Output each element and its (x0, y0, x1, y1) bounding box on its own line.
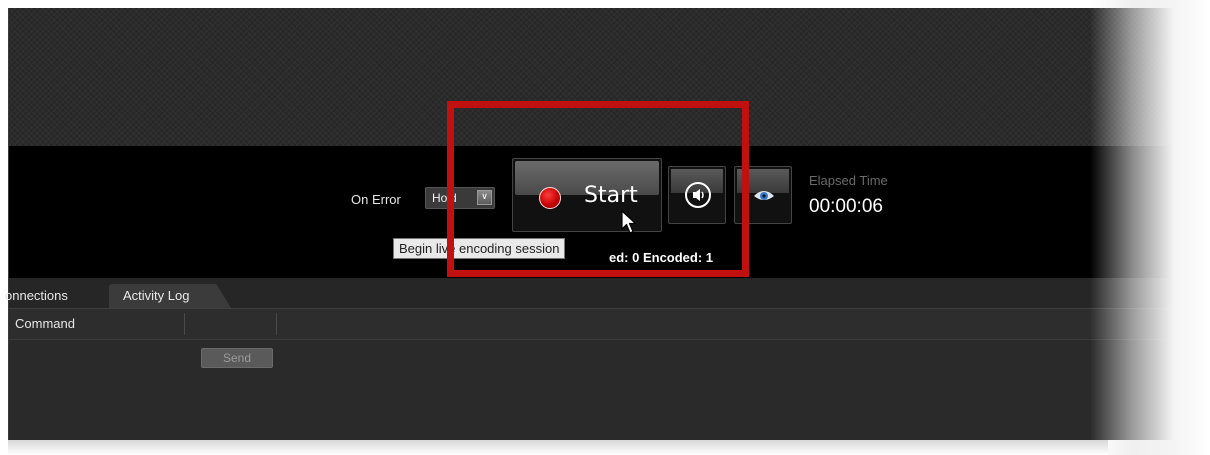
encoder-window: On Error Hold ∨ Start Elapsed Time 00:00… (5, 8, 1210, 440)
elapsed-time-label: Elapsed Time (809, 173, 888, 188)
record-dot-icon (539, 187, 561, 209)
start-button[interactable]: Start (512, 158, 662, 232)
command-column-header: Command (9, 309, 1210, 340)
tab-activity-log[interactable]: Activity Log (109, 284, 231, 308)
on-error-value: Hold (432, 191, 457, 205)
eye-icon (754, 191, 774, 200)
column-divider (276, 313, 277, 335)
speaker-icon (685, 182, 711, 208)
bottom-edge-shadow (8, 440, 1108, 455)
start-tooltip: Begin live encoding session (393, 238, 566, 259)
command-panel: Send (9, 340, 1210, 440)
command-column-title: Command (15, 316, 75, 331)
audio-button[interactable] (668, 166, 726, 224)
bottom-tabs: onnections Activity Log (5, 278, 1210, 309)
control-bar: On Error Hold ∨ Start Elapsed Time 00:00… (9, 146, 1210, 278)
preview-toggle-button[interactable] (734, 166, 792, 224)
mouse-cursor-icon (621, 210, 637, 234)
encoding-stats: ed: 0 Encoded: 1 (609, 250, 714, 265)
screenshot-stage: On Error Hold ∨ Start Elapsed Time 00:00… (0, 0, 1210, 455)
elapsed-time-value: 00:00:06 (809, 196, 883, 217)
column-divider (184, 313, 185, 335)
chevron-down-icon[interactable]: ∨ (477, 190, 492, 205)
on-error-label: On Error (351, 192, 401, 207)
preview-pane (9, 8, 1210, 146)
send-button[interactable]: Send (201, 348, 273, 368)
tab-connections[interactable]: onnections (5, 284, 107, 308)
on-error-dropdown[interactable]: Hold ∨ (425, 187, 495, 209)
start-button-label: Start (584, 183, 638, 208)
